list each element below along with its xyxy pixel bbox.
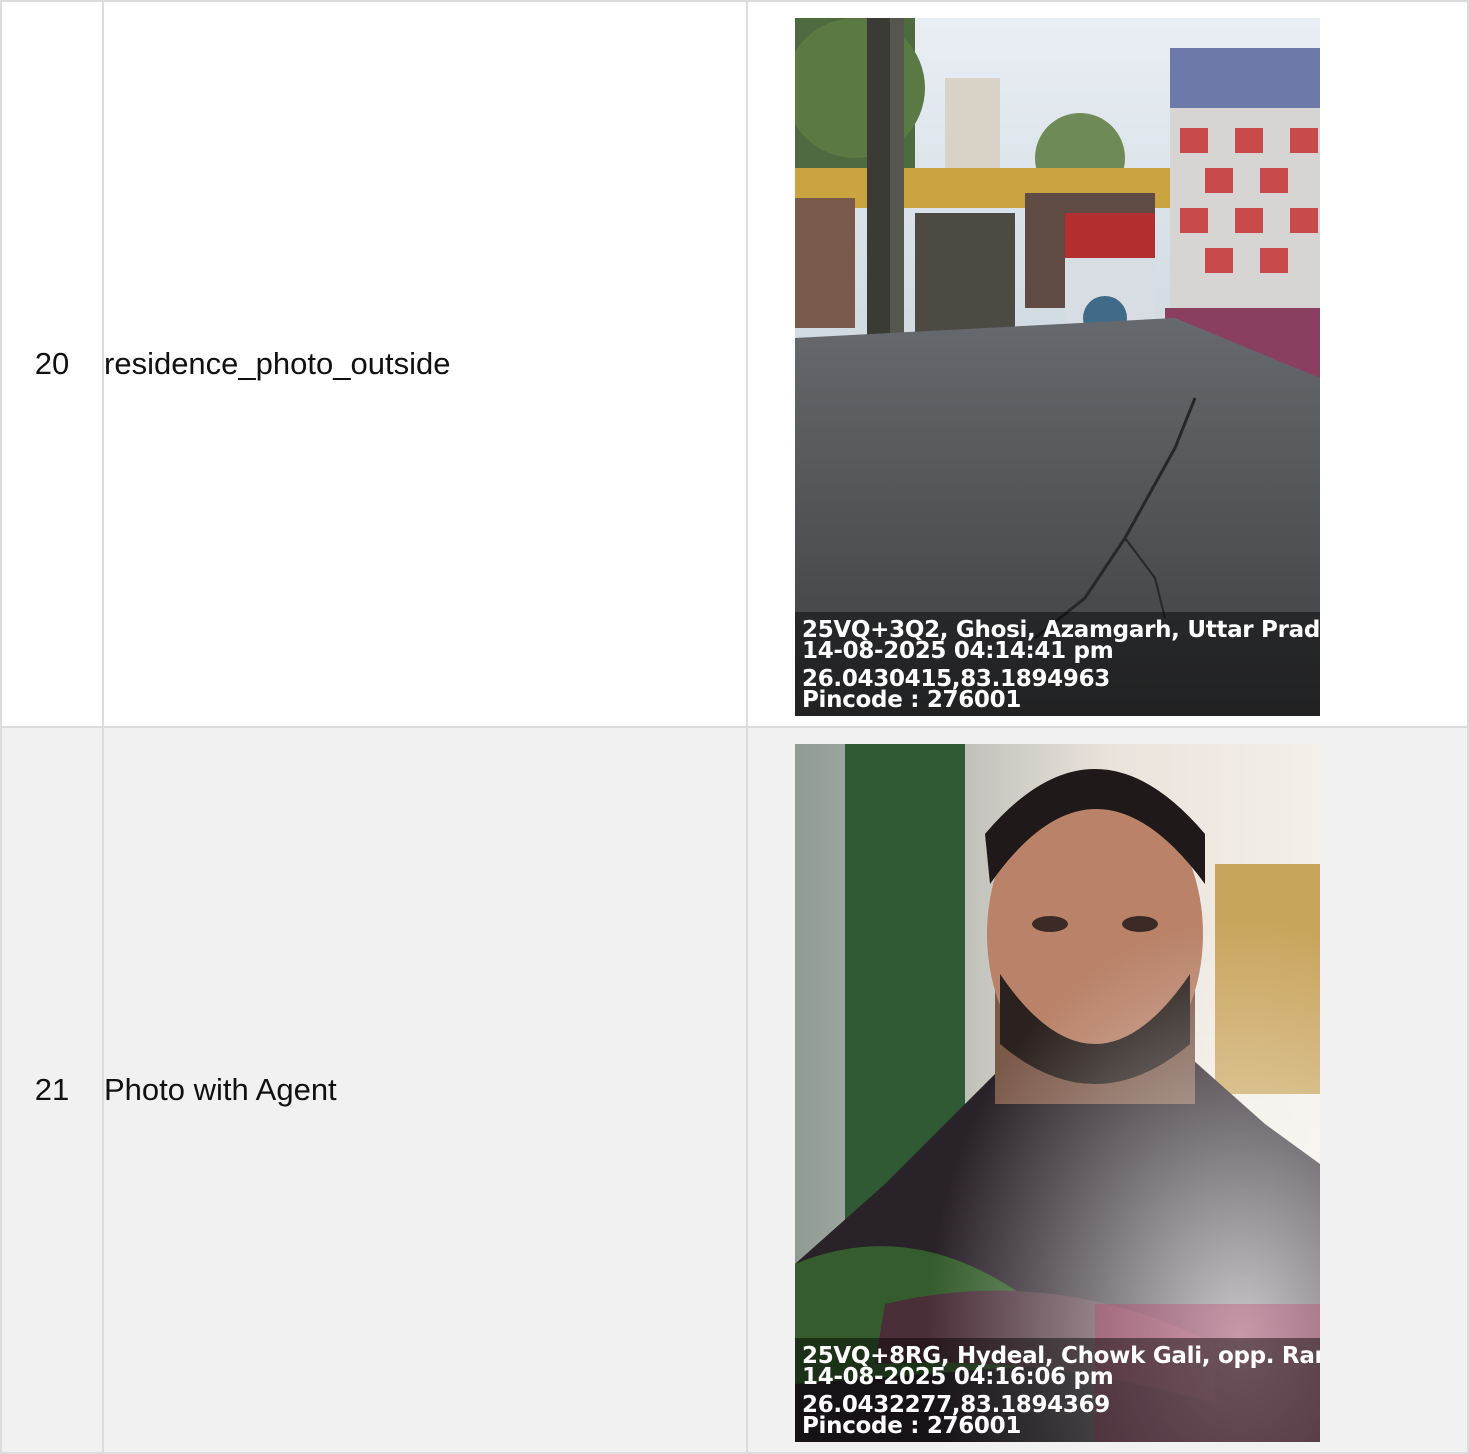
residence-photo[interactable]: 25VQ+3Q2, Ghosi, Azamgarh, Uttar Pradesh… [795,18,1320,716]
agent-photo[interactable]: 25VQ+8RG, Hydeal, Chowk Gali, opp. Ramle… [795,744,1320,1442]
table-row: 21 Photo with Agent 25VQ+8RG, Hydeal, Ch… [0,726,1469,1454]
photo-geotag-overlay: 25VQ+3Q2, Ghosi, Azamgarh, Uttar Pradesh… [795,612,1320,716]
photo-timestamp: 14-08-2025 04:14:41 pm [802,638,1114,664]
row-label: residence_photo_outside [102,0,748,728]
photo-pincode: Pincode : 276001 [802,687,1022,713]
photo-cell: 25VQ+3Q2, Ghosi, Azamgarh, Uttar Pradesh… [746,0,1469,728]
photo-geotag-overlay: 25VQ+8RG, Hydeal, Chowk Gali, opp. Ramle… [795,1338,1320,1442]
photo-timestamp: 14-08-2025 04:16:06 pm [802,1364,1114,1390]
photo-table: 20 residence_photo_outside 25VQ+3Q2, Gho… [0,0,1469,1454]
photo-cell: 25VQ+8RG, Hydeal, Chowk Gali, opp. Ramle… [746,726,1469,1454]
row-number: 20 [0,0,104,728]
row-number: 21 [0,726,104,1454]
row-label: Photo with Agent [102,726,748,1454]
table-row: 20 residence_photo_outside 25VQ+3Q2, Gho… [0,0,1469,728]
photo-pincode: Pincode : 276001 [802,1413,1022,1439]
